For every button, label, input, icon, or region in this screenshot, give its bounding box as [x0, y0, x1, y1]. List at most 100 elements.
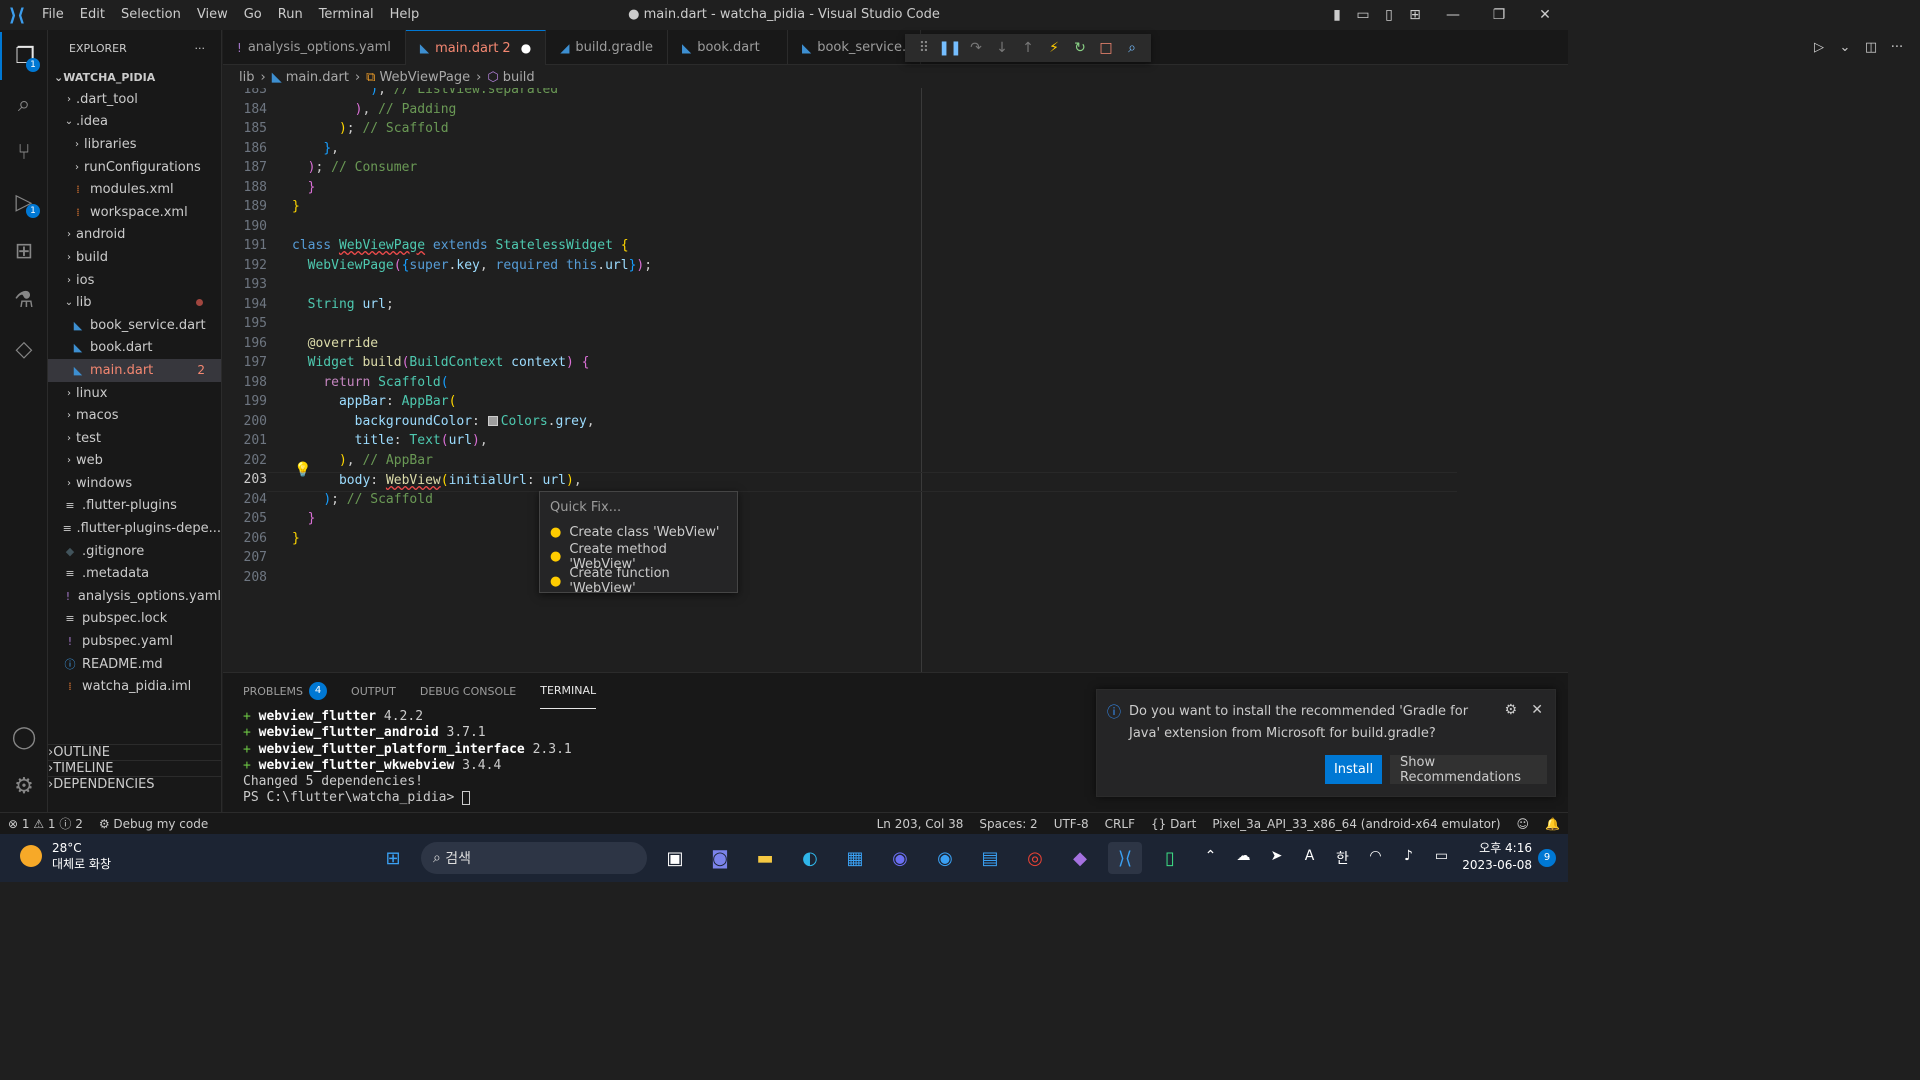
app-icon[interactable]: ◉ — [883, 842, 917, 874]
tree-item[interactable]: › .dart_tool — [48, 88, 221, 111]
onedrive-icon[interactable]: ☁ — [1227, 848, 1260, 868]
android-emulator-icon[interactable]: ▯ — [1153, 842, 1187, 874]
tree-item[interactable]: › runConfigurations — [48, 156, 221, 179]
notification-count-badge[interactable]: 9 — [1538, 849, 1556, 867]
close-icon[interactable]: ✕ — [1531, 702, 1543, 718]
tree-item[interactable]: ◣ book.dart — [48, 337, 221, 360]
code-line[interactable]: 196 @override — [223, 336, 1457, 356]
status-encoding[interactable]: UTF-8 — [1046, 817, 1097, 831]
customize-layout-icon[interactable]: ⊞ — [1402, 7, 1428, 23]
pause-icon[interactable]: ❚❚ — [937, 40, 963, 56]
code-line[interactable]: 202 ), // AppBar — [223, 453, 1457, 473]
breadcrumb-method[interactable]: build — [503, 70, 535, 85]
tab-terminal[interactable]: TERMINAL — [540, 673, 597, 709]
code-editor[interactable]: 183 ), // ListView.separated 184 ), // Pa… — [223, 88, 1568, 672]
code-line[interactable]: 203 body: WebView(initialUrl: url), — [223, 472, 1457, 492]
testing-icon[interactable]: ⚗ — [0, 276, 48, 324]
restart-icon[interactable]: ↻ — [1067, 40, 1093, 56]
tray-overflow-icon[interactable]: ⌃ — [1194, 848, 1227, 868]
breadcrumb-lib[interactable]: lib — [239, 70, 254, 85]
task-view-icon[interactable]: ▣ — [658, 842, 692, 874]
tree-item[interactable]: › libraries — [48, 133, 221, 156]
status-problems[interactable]: ⊗ 1 ⚠ 1 ⓘ 2 — [0, 815, 91, 832]
tree-item[interactable]: ◣ main.dart 2 — [48, 359, 221, 382]
toggle-secondary-sidebar-icon[interactable]: ▯ — [1376, 7, 1402, 23]
notepad-icon[interactable]: ▤ — [973, 842, 1007, 874]
timeline-section[interactable]: ›TIMELINE — [48, 760, 222, 776]
tree-item[interactable]: › build — [48, 246, 221, 269]
code-line[interactable]: 204 ); // Scaffold — [223, 492, 1457, 512]
settings-gear-icon[interactable]: ⚙ — [0, 762, 48, 810]
step-into-icon[interactable]: ↓ — [989, 40, 1015, 56]
code-line[interactable]: 193 — [223, 277, 1457, 297]
status-device[interactable]: Pixel_3a_API_33_x86_64 (android-x64 emul… — [1204, 817, 1508, 831]
tab-problems[interactable]: PROBLEMS 4 — [243, 673, 328, 709]
tree-item[interactable]: ≡ pubspec.lock — [48, 608, 221, 631]
code-line[interactable]: 186 }, — [223, 141, 1457, 161]
extensions-icon[interactable]: ⊞ — [0, 227, 48, 275]
breadcrumb-class[interactable]: WebViewPage — [379, 70, 470, 85]
source-control-icon[interactable]: ⑂ — [0, 128, 48, 176]
tree-item[interactable]: ⌄ .idea — [48, 111, 221, 134]
restore-icon[interactable]: ❐ — [1476, 0, 1522, 30]
font-icon[interactable]: A — [1293, 848, 1326, 868]
menu-edit[interactable]: Edit — [72, 0, 113, 30]
close-window-icon[interactable]: ✕ — [1522, 0, 1568, 30]
tree-item[interactable]: › linux — [48, 382, 221, 405]
menu-go[interactable]: Go — [236, 0, 270, 30]
visual-studio-icon[interactable]: ◆ — [1063, 842, 1097, 874]
menu-terminal[interactable]: Terminal — [311, 0, 382, 30]
feedback-icon[interactable]: ☺ — [1509, 817, 1538, 831]
battery-icon[interactable]: ▭ — [1425, 848, 1458, 868]
tree-item[interactable]: › web — [48, 450, 221, 473]
tree-item[interactable]: ⁞ modules.xml — [48, 178, 221, 201]
chat-icon[interactable]: ◙ — [703, 842, 737, 874]
search-icon[interactable]: ⌕ — [0, 80, 48, 128]
tree-item[interactable]: ⌄ lib — [48, 291, 221, 314]
stop-icon[interactable]: □ — [1093, 40, 1119, 56]
step-out-icon[interactable]: ↑ — [1015, 40, 1041, 56]
menu-help[interactable]: Help — [382, 0, 428, 30]
tab-main-dart[interactable]: ◣ main.dart 2 ● — [405, 30, 547, 65]
notifications-bell-icon[interactable]: 🔔 — [1537, 817, 1568, 831]
tree-item[interactable]: › ios — [48, 269, 221, 292]
modified-dot-icon[interactable]: ● — [521, 41, 531, 55]
dependencies-section[interactable]: ›DEPENDENCIES — [48, 776, 222, 792]
tree-item[interactable]: ◆ .gitignore — [48, 540, 221, 563]
tab-output[interactable]: OUTPUT — [351, 673, 396, 709]
menu-file[interactable]: File — [34, 0, 72, 30]
drag-handle-icon[interactable]: ⠿ — [911, 40, 937, 56]
tree-item[interactable]: ! pubspec.yaml — [48, 630, 221, 653]
volume-icon[interactable]: ♪ — [1392, 848, 1425, 868]
breadcrumb-file[interactable]: main.dart — [286, 70, 349, 85]
store-icon[interactable]: ▦ — [838, 842, 872, 874]
menu-view[interactable]: View — [189, 0, 236, 30]
edge-icon[interactable]: ◐ — [793, 842, 827, 874]
code-line[interactable]: 208 — [223, 570, 1457, 590]
wifi-icon[interactable]: ◠ — [1359, 848, 1392, 868]
tab-analysis-options-yaml[interactable]: ! analysis_options.yaml — [223, 30, 406, 65]
code-line[interactable]: 200 backgroundColor: Colors.grey, — [223, 414, 1457, 434]
status-position[interactable]: Ln 203, Col 38 — [869, 817, 972, 831]
menu-selection[interactable]: Selection — [113, 0, 189, 30]
flutter-icon[interactable]: ◇ — [0, 325, 48, 373]
tree-item[interactable]: ! analysis_options.yaml — [48, 585, 221, 608]
toggle-sidebar-icon[interactable]: ▮ — [1324, 7, 1350, 23]
install-button[interactable]: Install — [1325, 755, 1382, 784]
status-spaces[interactable]: Spaces: 2 — [971, 817, 1045, 831]
code-line[interactable]: 187 ); // Consumer — [223, 160, 1457, 180]
split-editor-icon[interactable]: ◫ — [1858, 40, 1884, 55]
code-line[interactable]: 184 ), // Padding — [223, 102, 1457, 122]
gear-icon[interactable]: ⚙ — [1504, 702, 1517, 718]
menu-run[interactable]: Run — [270, 0, 311, 30]
code-line[interactable]: 194 String url; — [223, 297, 1457, 317]
workspace-root[interactable]: ⌄ WATCHA_PIDIA — [48, 66, 221, 88]
outline-section[interactable]: ›OUTLINE — [48, 744, 222, 760]
code-line[interactable]: 198 return Scaffold( — [223, 375, 1457, 395]
code-line[interactable]: 190 — [223, 219, 1457, 239]
account-icon[interactable]: ◯ — [0, 713, 48, 761]
tab-debug-console[interactable]: DEBUG CONSOLE — [420, 673, 516, 709]
code-line[interactable]: 191 class WebViewPage extends StatelessWi… — [223, 238, 1457, 258]
tab-book-dart[interactable]: ◣ book.dart — [668, 30, 788, 65]
app-b-icon[interactable]: ◉ — [928, 842, 962, 874]
